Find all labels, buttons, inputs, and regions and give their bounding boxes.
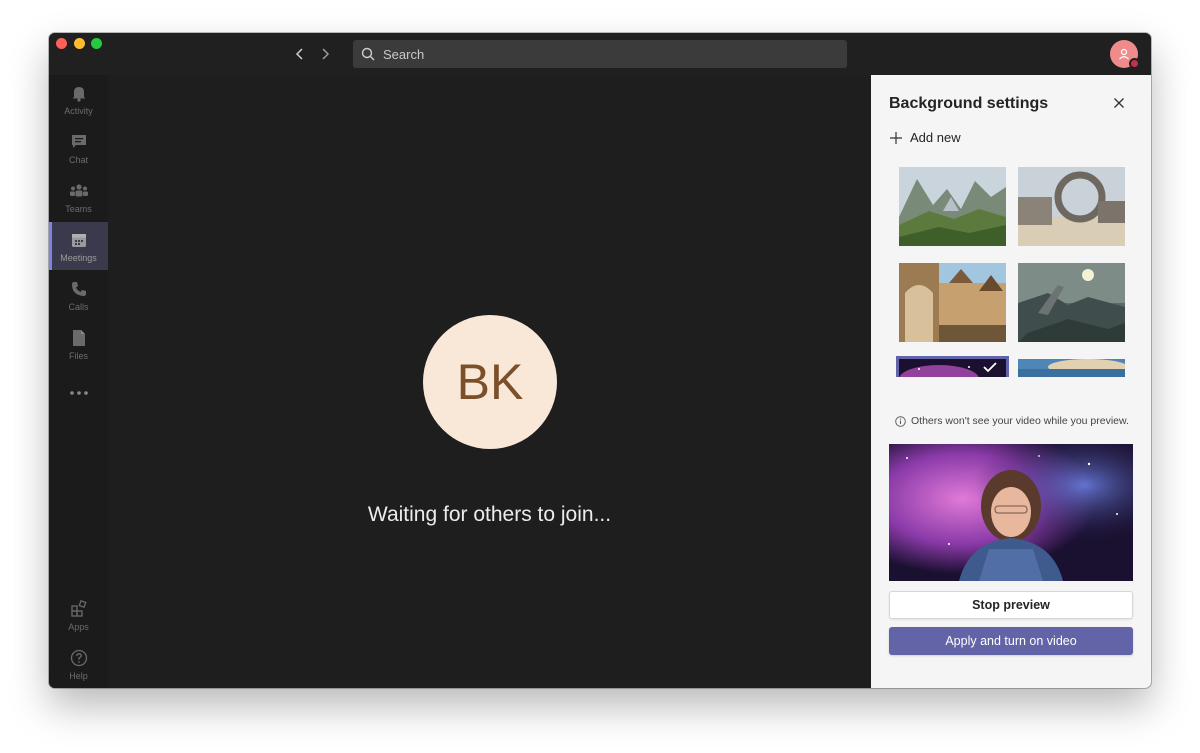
avatar-initials: BK [456,354,524,410]
rail-item-label: Meetings [60,252,97,263]
minimize-window-button[interactable] [74,38,85,49]
rail-item-label: Help [69,670,88,681]
apply-turn-on-video-button[interactable]: Apply and turn on video [889,627,1133,655]
forward-button[interactable] [316,45,334,63]
checkmark-icon [983,362,997,373]
file-icon [69,328,89,348]
info-icon [895,415,906,427]
apps-icon [69,599,89,619]
rail-item-label: Chat [68,154,88,165]
participant-avatar: BK [423,315,557,449]
back-button[interactable] [291,45,309,63]
close-icon [1114,98,1124,108]
plus-icon [889,131,903,145]
zoom-window-button[interactable] [91,38,102,49]
close-window-button[interactable] [56,38,67,49]
help-icon [69,648,89,668]
rail-item-calls[interactable]: Calls [49,271,108,319]
rail-item-apps[interactable]: Apps [49,591,108,639]
background-thumbnail[interactable] [1018,263,1125,342]
rail-item-activity[interactable]: Activity [49,75,108,123]
search-icon [361,47,375,61]
rail-item-label: Calls [68,301,89,312]
chat-icon [69,132,89,152]
background-thumbnail-selected[interactable] [896,356,1009,377]
stop-preview-button[interactable]: Stop preview [889,591,1133,619]
video-preview [889,444,1133,581]
close-panel-button[interactable] [1111,95,1127,111]
person-icon [1119,48,1129,60]
chevron-left-icon [295,48,303,60]
bell-icon [69,83,89,103]
chevron-right-icon [322,48,330,60]
search-placeholder: Search [383,46,425,62]
add-new-label: Add new [910,130,961,145]
add-new-background-button[interactable]: Add new [889,130,961,145]
rail-item-meetings[interactable]: Meetings [49,222,108,270]
more-apps-button[interactable] [49,369,108,417]
background-thumbnail[interactable] [1018,359,1125,377]
teams-window: Search Activity Chat Teams Meetings Call… [49,33,1151,688]
rail-item-help[interactable]: Help [49,640,108,688]
rail-item-chat[interactable]: Chat [49,124,108,172]
calendar-icon [69,230,89,250]
presence-badge [1129,58,1140,69]
preview-note-text: Others won't see your video while you pr… [911,415,1129,427]
profile-avatar[interactable] [1110,40,1140,69]
rail-item-label: Activity [64,105,93,116]
rail-item-teams[interactable]: Teams [49,173,108,221]
rail-item-files[interactable]: Files [49,320,108,368]
background-settings-panel: Background settings Add new Others won't… [871,75,1151,688]
rail-item-label: Apps [68,621,89,632]
background-thumbnail[interactable] [899,167,1006,246]
waiting-message: Waiting for others to join... [367,503,612,526]
app-rail: Activity Chat Teams Meetings Calls Files… [49,75,108,688]
search-input[interactable]: Search [353,40,847,68]
rail-item-label: Teams [65,203,92,214]
teams-icon [69,181,89,201]
preview-note: Others won't see your video while you pr… [895,415,1129,427]
background-thumbnail[interactable] [1018,167,1125,246]
background-thumbnail[interactable] [899,263,1006,342]
background-thumbnail-grid [871,159,1151,377]
meeting-stage: BK Waiting for others to join... [108,75,871,688]
title-bar: Search [49,33,1151,75]
ellipsis-icon [69,383,89,403]
phone-icon [69,279,89,299]
panel-title: Background settings [889,95,1049,112]
rail-item-label: Files [68,350,88,361]
